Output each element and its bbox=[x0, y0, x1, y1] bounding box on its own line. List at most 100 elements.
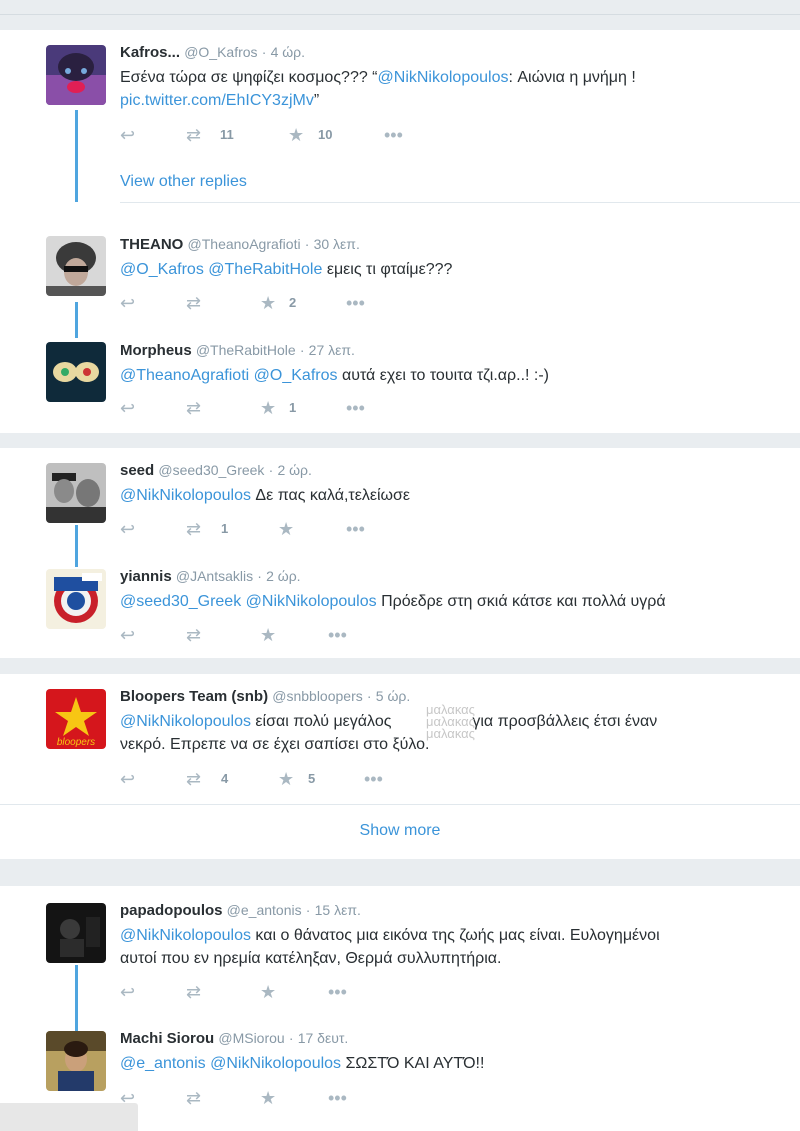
timestamp[interactable]: 2 ώρ. bbox=[266, 568, 300, 584]
timestamp[interactable]: 27 λεπ. bbox=[309, 342, 355, 358]
retweet-icon[interactable]: ⇄ bbox=[186, 398, 201, 418]
view-other-replies-link[interactable]: View other replies bbox=[120, 173, 247, 191]
avatar-text: bloopers bbox=[57, 737, 95, 748]
more-icon[interactable]: ••• bbox=[328, 982, 347, 1002]
avatar[interactable] bbox=[46, 45, 106, 105]
star-icon[interactable]: ★ bbox=[260, 293, 276, 313]
reply-icon[interactable]: ↩ bbox=[120, 769, 135, 789]
user-name[interactable]: seed bbox=[120, 462, 154, 479]
star-icon[interactable]: ★ bbox=[260, 982, 276, 1002]
avatar[interactable] bbox=[46, 463, 106, 523]
mention-link[interactable]: @NikNikolopoulos bbox=[120, 487, 251, 504]
retweet-icon[interactable]: ⇄ bbox=[186, 625, 201, 645]
reply-icon[interactable]: ↩ bbox=[120, 398, 135, 418]
mention-link[interactable]: @NikNikolopoulos bbox=[210, 1055, 341, 1072]
user-handle[interactable]: @seed30_Greek bbox=[158, 462, 264, 478]
timestamp[interactable]: 2 ώρ. bbox=[277, 462, 311, 478]
mention-link[interactable]: @NikNikolopoulos bbox=[120, 927, 251, 944]
watermark: μαλακας μαλακας μαλακας bbox=[426, 702, 475, 741]
mention-link[interactable]: @O_Kafros bbox=[254, 367, 338, 384]
retweet-icon[interactable]: ⇄ bbox=[186, 293, 201, 313]
timestamp[interactable]: 30 λεπ. bbox=[314, 236, 360, 252]
divider bbox=[120, 202, 800, 203]
like-count: 5 bbox=[308, 771, 316, 786]
tweet-text: Εσένα τώρα σε ψηφίζει κοσμος??? “@NikNik… bbox=[120, 69, 636, 109]
mention-link[interactable]: @NikNikolopoulos bbox=[378, 69, 509, 86]
star-icon[interactable]: ★ bbox=[278, 519, 294, 539]
more-icon[interactable]: ••• bbox=[384, 125, 403, 145]
retweet-count: 11 bbox=[220, 127, 234, 142]
user-name[interactable]: Bloopers Team (snb) bbox=[120, 688, 268, 705]
timestamp[interactable]: 17 δευτ. bbox=[298, 1030, 349, 1046]
mention-link[interactable]: @NikNikolopoulos bbox=[120, 713, 251, 730]
like-count: 2 bbox=[289, 295, 297, 310]
more-icon[interactable]: ••• bbox=[346, 398, 365, 418]
more-icon[interactable]: ••• bbox=[346, 293, 365, 313]
user-name[interactable]: yiannis bbox=[120, 568, 172, 585]
user-name[interactable]: THEANO bbox=[120, 236, 183, 253]
pic-link[interactable]: pic.twitter.com/EhICY3zjMv bbox=[120, 92, 314, 109]
thread-line bbox=[75, 965, 78, 1031]
tweet-text: @TheanoAgrafioti @O_Kafros αυτά εχει το … bbox=[120, 367, 550, 384]
thread-line bbox=[75, 110, 78, 202]
star-icon[interactable]: ★ bbox=[260, 625, 276, 645]
user-handle[interactable]: @MSiorou bbox=[218, 1030, 284, 1046]
mention-link[interactable]: @TheRabitHole bbox=[208, 261, 322, 278]
user-name[interactable]: papadopoulos bbox=[120, 902, 223, 919]
retweet-icon[interactable]: ⇄ bbox=[186, 1088, 201, 1108]
tweet-text: @seed30_Greek @NikNikolopoulos Πρόεδρε σ… bbox=[120, 593, 666, 610]
timestamp[interactable]: 4 ώρ. bbox=[271, 44, 305, 60]
reply-icon[interactable]: ↩ bbox=[120, 982, 135, 1002]
user-handle[interactable]: @e_antonis bbox=[227, 902, 302, 918]
more-icon[interactable]: ••• bbox=[328, 1088, 347, 1108]
avatar[interactable] bbox=[46, 342, 106, 402]
reply-icon[interactable]: ↩ bbox=[120, 625, 135, 645]
star-icon[interactable]: ★ bbox=[288, 125, 304, 145]
user-handle[interactable]: @TheRabitHole bbox=[196, 342, 296, 358]
avatar[interactable] bbox=[46, 1031, 106, 1091]
more-icon[interactable]: ••• bbox=[346, 519, 365, 539]
like-count: 1 bbox=[289, 400, 297, 415]
status-tab bbox=[0, 1103, 138, 1131]
user-name[interactable]: Morpheus bbox=[120, 342, 192, 359]
more-icon[interactable]: ••• bbox=[328, 625, 347, 645]
star-icon[interactable]: ★ bbox=[260, 398, 276, 418]
user-handle[interactable]: @TheanoAgrafioti bbox=[188, 236, 301, 252]
star-icon[interactable]: ★ bbox=[260, 1088, 276, 1108]
mention-link[interactable]: @seed30_Greek bbox=[120, 593, 241, 610]
retweet-icon[interactable]: ⇄ bbox=[186, 982, 201, 1002]
retweet-icon[interactable]: ⇄ bbox=[186, 125, 201, 145]
mention-link[interactable]: @TheanoAgrafioti bbox=[120, 367, 249, 384]
mention-link[interactable]: @e_antonis bbox=[120, 1055, 206, 1072]
avatar[interactable] bbox=[46, 236, 106, 296]
reply-icon[interactable]: ↩ bbox=[120, 293, 135, 313]
reply-icon[interactable]: ↩ bbox=[120, 125, 135, 145]
top-divider bbox=[0, 14, 800, 15]
star-icon[interactable]: ★ bbox=[278, 769, 294, 789]
user-name[interactable]: Machi Siorou bbox=[120, 1030, 214, 1047]
timestamp[interactable]: 5 ώρ. bbox=[376, 688, 410, 704]
user-handle[interactable]: @JAntsaklis bbox=[176, 568, 253, 584]
mention-link[interactable]: @NikNikolopoulos bbox=[246, 593, 377, 610]
thread-line bbox=[75, 302, 78, 338]
thread-line bbox=[75, 525, 78, 567]
avatar[interactable]: bloopers bbox=[46, 689, 106, 749]
divider bbox=[0, 804, 800, 805]
user-handle[interactable]: @O_Kafros bbox=[184, 44, 257, 60]
more-icon[interactable]: ••• bbox=[364, 769, 383, 789]
mention-link[interactable]: @O_Kafros bbox=[120, 261, 204, 278]
user-name[interactable]: Kafros... bbox=[120, 44, 180, 61]
retweet-icon[interactable]: ⇄ bbox=[186, 519, 201, 539]
avatar[interactable] bbox=[46, 569, 106, 629]
avatar[interactable] bbox=[46, 903, 106, 963]
user-handle[interactable]: @snbbloopers bbox=[272, 688, 363, 704]
retweet-count: 4 bbox=[221, 771, 229, 786]
reply-icon[interactable]: ↩ bbox=[120, 519, 135, 539]
tweet-text: @e_antonis @NikNikolopoulos ΣΩΣΤΌ ΚΑΙ ΑΥ… bbox=[120, 1055, 485, 1072]
tweet-text: @NikNikolopoulos Δε πας καλά,τελείωσε bbox=[120, 487, 411, 504]
like-count: 10 bbox=[318, 127, 333, 142]
show-more-button[interactable]: Show more bbox=[0, 822, 800, 840]
retweet-count: 1 bbox=[221, 521, 229, 536]
timestamp[interactable]: 15 λεπ. bbox=[315, 902, 361, 918]
retweet-icon[interactable]: ⇄ bbox=[186, 769, 201, 789]
